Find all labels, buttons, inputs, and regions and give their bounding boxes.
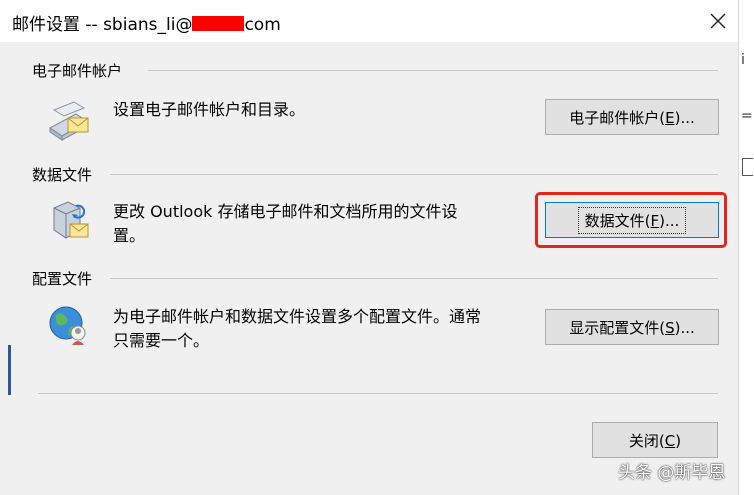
- window-title: 邮件设置 -- sbians_li@ com: [12, 10, 281, 35]
- email-accounts-description: 设置电子邮件帐户和目录。: [113, 100, 306, 119]
- show-profiles-button[interactable]: 显示配置文件(S)...: [545, 309, 719, 345]
- group-divider: [110, 174, 718, 175]
- title-bar: 邮件设置 -- sbians_li@ com: [0, 0, 754, 42]
- background-fragment: i: [741, 52, 745, 68]
- window-title-suffix: com: [244, 15, 281, 35]
- group-divider: [110, 278, 718, 279]
- watermark-text: 头条 @斯毕恩: [618, 463, 726, 483]
- close-icon: [710, 13, 726, 29]
- footer-divider: [38, 393, 718, 394]
- background-window-edge: i =: [738, 0, 754, 495]
- close-button[interactable]: 关闭(C): [592, 422, 718, 458]
- email-accounts-header: 电子邮件帐户: [32, 62, 123, 80]
- redaction-mark: [192, 16, 245, 31]
- close-button-label: 关闭(C): [628, 431, 682, 450]
- profiles-header: 配置文件: [32, 270, 93, 288]
- email-accounts-button-label: 电子邮件帐户(E)...: [569, 108, 695, 127]
- data-file-icon: [53, 201, 89, 239]
- profiles-description: 为电子邮件帐户和数据文件设置多个配置文件。通常 只需要一个。: [113, 307, 482, 350]
- group-divider: [148, 70, 718, 71]
- email-account-icon: [49, 101, 89, 141]
- data-files-header: 数据文件: [32, 166, 93, 184]
- data-files-description: 更改 Outlook 存储电子邮件和文档所用的文件设 置。: [113, 202, 458, 245]
- show-profiles-button-label: 显示配置文件(S)...: [569, 318, 695, 337]
- background-window-edge-left: [8, 345, 11, 395]
- window-title-prefix: 邮件设置 -- sbians_li@: [12, 15, 193, 35]
- profile-globe-icon: [49, 306, 86, 345]
- background-fragment: =: [741, 108, 753, 124]
- email-accounts-button[interactable]: 电子邮件帐户(E)...: [545, 99, 719, 135]
- window-close-button[interactable]: [698, 0, 738, 42]
- highlight-annotation: [535, 192, 727, 248]
- background-fragment: [742, 158, 753, 176]
